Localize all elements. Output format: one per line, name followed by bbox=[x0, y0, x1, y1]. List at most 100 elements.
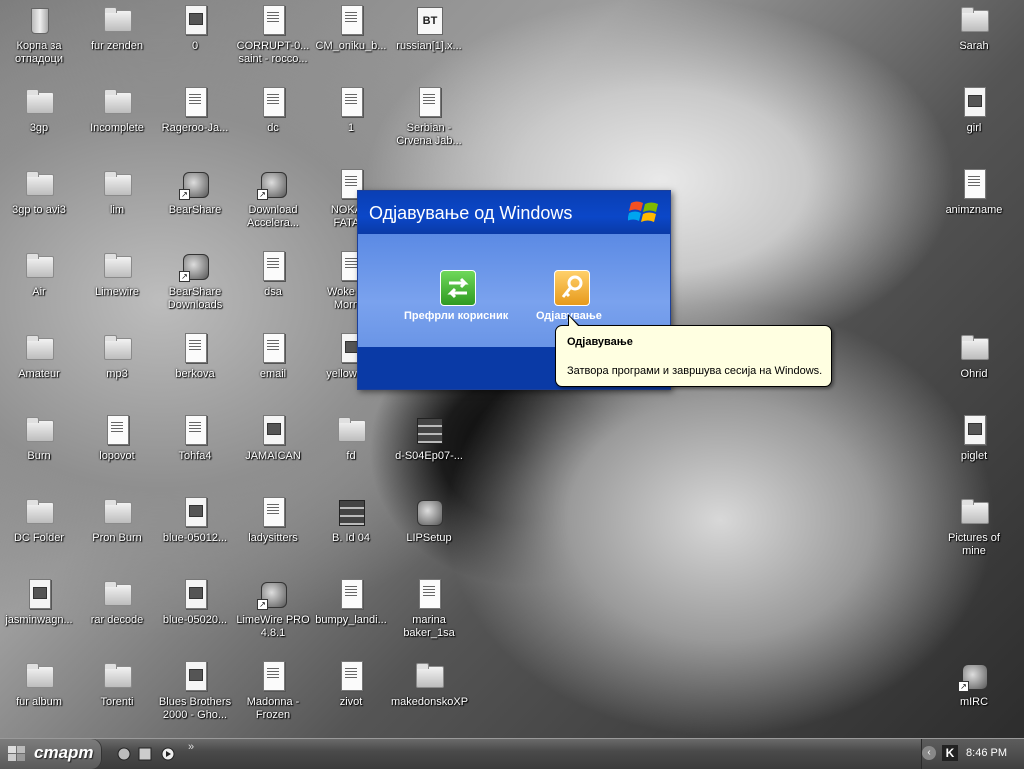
logoff-button[interactable] bbox=[554, 270, 590, 306]
desktop-icon-download-accelerator[interactable]: ↗ Download Accelera... bbox=[234, 166, 312, 236]
folder-icon bbox=[958, 4, 990, 36]
desktop-icon-folder[interactable]: Limewire bbox=[78, 248, 156, 318]
desktop-icon-media[interactable]: jasminwagn... bbox=[0, 576, 78, 646]
icon-label: Rageroo-Ja... bbox=[161, 122, 229, 134]
desktop-icon-media[interactable]: blue-05012... bbox=[156, 494, 234, 564]
desktop-icon-media[interactable]: piglet bbox=[935, 412, 1013, 482]
desktop-icon-bearshare-downloads[interactable]: ↗ BearShare Downloads bbox=[156, 248, 234, 318]
quicklaunch-app-icon[interactable] bbox=[137, 746, 153, 762]
icon-label: fur album bbox=[16, 696, 62, 708]
icon-label: dsa bbox=[264, 286, 282, 298]
show-hidden-icons-button[interactable]: ‹ bbox=[922, 746, 936, 760]
desktop-icon-folder[interactable]: 3gp bbox=[0, 84, 78, 154]
desktop-icon-media[interactable]: blue-05020... bbox=[156, 576, 234, 646]
icon-label: mIRC bbox=[959, 696, 989, 708]
icon-label: Limewire bbox=[94, 286, 139, 298]
desktop-icon-document[interactable]: 1 bbox=[312, 84, 390, 154]
desktop-icon-mirc[interactable]: ↗ mIRC bbox=[935, 658, 1013, 728]
desktop-icon-folder[interactable]: DC Folder bbox=[0, 494, 78, 564]
document-icon bbox=[257, 660, 289, 692]
desktop-icon-document[interactable]: animzname bbox=[935, 166, 1013, 236]
icon-label: fur zenden bbox=[91, 40, 143, 52]
dialog-title: Одјавување од Windows bbox=[369, 203, 573, 223]
desktop-icon-media[interactable]: JAMAICAN bbox=[234, 412, 312, 482]
desktop-icon-document[interactable]: Madonna - Frozen bbox=[234, 658, 312, 728]
icon-label: Burn bbox=[27, 450, 51, 462]
desktop-icon-folder[interactable]: Pictures of mine bbox=[935, 494, 1013, 564]
switch-user-icon bbox=[447, 277, 469, 299]
folder-icon bbox=[101, 4, 133, 36]
desktop-icon-text[interactable]: dc bbox=[234, 84, 312, 154]
desktop-icon-rar[interactable]: d-S04Ep07-... bbox=[390, 412, 468, 482]
desktop-icon-document[interactable]: CM_oniku_b... bbox=[312, 2, 390, 72]
desktop-icon-folder[interactable]: Sarah bbox=[935, 2, 1013, 72]
document-icon bbox=[179, 332, 211, 364]
icon-label: girl bbox=[966, 122, 982, 134]
quicklaunch-chevron[interactable]: » bbox=[188, 741, 194, 753]
icon-label: Sarah bbox=[959, 40, 989, 52]
folder-icon bbox=[101, 86, 133, 118]
desktop-icon-document[interactable]: CORRUPT-0... saint - rocco... bbox=[234, 2, 312, 72]
desktop-icon-folder[interactable]: Amateur bbox=[0, 330, 78, 400]
desktop-icon-folder[interactable]: rar decode bbox=[78, 576, 156, 646]
desktop-icon-folder[interactable]: Burn bbox=[0, 412, 78, 482]
shortcut-arrow-icon: ↗ bbox=[257, 599, 268, 610]
desktop-icon-folder[interactable]: 3gp to avi3 bbox=[0, 166, 78, 236]
desktop-icon-text[interactable]: dsa bbox=[234, 248, 312, 318]
desktop-icon-bearshare[interactable]: ↗ BearShare bbox=[156, 166, 234, 236]
desktop-icon-folder[interactable]: Torenti bbox=[78, 658, 156, 728]
desktop-icon-document[interactable]: Tohfa4 bbox=[156, 412, 234, 482]
icon-label: lim bbox=[109, 204, 125, 216]
icon-label: Pictures of mine bbox=[948, 532, 1000, 557]
start-button[interactable]: старт bbox=[0, 739, 102, 769]
desktop-icon-document[interactable]: lopovot bbox=[78, 412, 156, 482]
icon-label: russian[1].x... bbox=[396, 40, 462, 52]
desktop-icon-folder[interactable]: Ohrid bbox=[935, 330, 1013, 400]
desktop-icon-text[interactable]: email bbox=[234, 330, 312, 400]
icon-label: piglet bbox=[960, 450, 988, 462]
icon-label: animzname bbox=[945, 204, 1003, 216]
desktop-icon-document[interactable]: Serbian - Crvena Jab... bbox=[390, 84, 468, 154]
desktop-icon-folder[interactable]: Pron Burn bbox=[78, 494, 156, 564]
recycle-bin-icon bbox=[23, 4, 55, 36]
icon-label: LimeWire PRO 4.8.1 bbox=[236, 614, 310, 639]
icon-label: BearShare Downloads bbox=[167, 286, 223, 311]
folder-icon bbox=[335, 414, 367, 446]
desktop-icon-document[interactable]: zivot bbox=[312, 658, 390, 728]
desktop-icon-rar[interactable]: B. Id 04 bbox=[312, 494, 390, 564]
clock[interactable]: 8:46 PM bbox=[966, 747, 1007, 759]
media-player-icon[interactable] bbox=[160, 746, 176, 762]
desktop-icon-folder[interactable]: mp3 bbox=[78, 330, 156, 400]
media-file-icon bbox=[23, 578, 55, 610]
desktop-icon-folder[interactable]: lim bbox=[78, 166, 156, 236]
desktop-icon-document[interactable]: Rageroo-Ja... bbox=[156, 84, 234, 154]
desktop-icon-folder[interactable]: Air bbox=[0, 248, 78, 318]
folder-icon bbox=[23, 332, 55, 364]
desktop-icon-folder[interactable]: Incomplete bbox=[78, 84, 156, 154]
desktop-icon-document[interactable]: ladysitters bbox=[234, 494, 312, 564]
tray-app-icon[interactable]: K bbox=[942, 745, 958, 761]
desktop-icon-setup[interactable]: LIPSetup bbox=[390, 494, 468, 564]
desktop-icon-document[interactable]: bumpy_landi... bbox=[312, 576, 390, 646]
switch-user-label[interactable]: Префрли корисник bbox=[404, 310, 508, 322]
rar-archive-icon bbox=[413, 414, 445, 446]
switch-user-button[interactable] bbox=[440, 270, 476, 306]
desktop-icon-recycle-bin[interactable]: Корпа за отпадоци bbox=[0, 2, 78, 72]
desktop-icon-media[interactable]: girl bbox=[935, 84, 1013, 154]
desktop-icon-folder[interactable]: fd bbox=[312, 412, 390, 482]
folder-icon bbox=[23, 250, 55, 282]
desktop-icon-folder[interactable]: fur zenden bbox=[78, 2, 156, 72]
desktop-icon-document[interactable]: marina baker_1sa bbox=[390, 576, 468, 646]
document-icon bbox=[413, 86, 445, 118]
desktop-icon-bittorrent[interactable]: russian[1].x... bbox=[390, 2, 468, 72]
document-icon bbox=[413, 578, 445, 610]
desktop-icon-media[interactable]: 0 bbox=[156, 2, 234, 72]
icon-label: d-S04Ep07-... bbox=[395, 450, 463, 462]
desktop-icon-limewire[interactable]: ↗ LimeWire PRO 4.8.1 bbox=[234, 576, 312, 646]
desktop-icon-media[interactable]: Blues Brothers 2000 - Gho... bbox=[156, 658, 234, 728]
desktop-icon-folder[interactable]: fur album bbox=[0, 658, 78, 728]
desktop-icon-document[interactable]: berkova bbox=[156, 330, 234, 400]
quicklaunch-app-icon[interactable] bbox=[116, 746, 132, 762]
icon-label: zivot bbox=[339, 696, 363, 708]
desktop-icon-folder[interactable]: makedonskoXP bbox=[390, 658, 468, 728]
